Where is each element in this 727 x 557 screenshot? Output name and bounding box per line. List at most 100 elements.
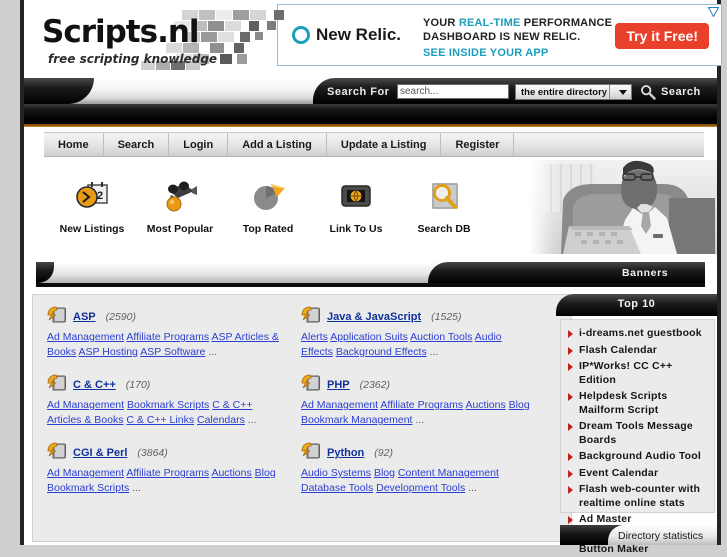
top10-item[interactable]: Helpdesk Scripts Mailform Script — [567, 390, 708, 417]
quicklinks-row: 12 New Listings Most Popular Top Rated L… — [48, 174, 488, 235]
category-title-link[interactable]: CGI & Perl — [73, 447, 127, 459]
subcategory-link[interactable]: Auctions — [211, 467, 251, 479]
category-title-link[interactable]: PHP — [327, 379, 350, 391]
quicklink-most-popular[interactable]: Most Popular — [136, 174, 224, 235]
category-header: PHP (2362) — [301, 373, 535, 397]
category-title-link[interactable]: Python — [327, 447, 364, 459]
nav-item-label: Home — [58, 138, 89, 151]
subcategory-link[interactable]: Blog — [509, 399, 530, 411]
search-for-label: Search For — [327, 86, 390, 98]
subcategory-link[interactable]: ASP Hosting — [79, 346, 138, 358]
nav-item-add-a-listing[interactable]: Add a Listing — [228, 133, 327, 156]
nav-item-home[interactable]: Home — [44, 133, 104, 156]
ad-copy: YOUR REAL-TIME PERFORMANCE DASHBOARD IS … — [423, 16, 612, 60]
subcategory-link[interactable]: Blog — [255, 467, 276, 479]
subcategory-link[interactable]: Content Management — [398, 467, 499, 479]
subcategory-link[interactable]: Application Suits — [330, 331, 408, 343]
quicklink-label: Most Popular — [146, 223, 214, 235]
ad-cta-button[interactable]: Try it Free! — [615, 23, 709, 49]
ad-choices-icon[interactable] — [708, 7, 719, 17]
folder-icon — [47, 374, 67, 391]
subcategory-list: Ad Management Affiliate Programs Auction… — [47, 466, 281, 496]
subcategory-link[interactable]: Blog — [374, 467, 395, 479]
ad-line-2: DASHBOARD IS NEW RELIC. — [423, 31, 581, 43]
subcategory-link[interactable]: Calendars — [197, 414, 245, 426]
subcategory-more: ... — [208, 346, 218, 358]
subcategory-list: Ad Management Affiliate Programs Auction… — [301, 398, 535, 428]
top10-item[interactable]: IP*Works! CC C++ Edition — [567, 360, 708, 387]
chevron-down-icon[interactable] — [609, 85, 631, 99]
category-header: Java & JavaScript (1525) — [301, 305, 535, 329]
category-title-link[interactable]: Java & JavaScript — [327, 311, 421, 323]
nav-item-search[interactable]: Search — [104, 133, 170, 156]
search-input[interactable] — [397, 84, 509, 99]
category-header: Python (92) — [301, 441, 535, 465]
subcategory-link[interactable]: Bookmark Management — [301, 414, 412, 426]
subcategory-link[interactable]: Development Tools — [376, 482, 465, 494]
subcategory-link[interactable]: Ad Management — [47, 331, 124, 343]
frame-rail-right — [717, 0, 721, 545]
nav-item-label: Login — [183, 138, 214, 151]
sidebar-title: Top 10 — [617, 298, 656, 310]
top10-item[interactable]: Flash web-counter with realtime online s… — [567, 483, 708, 510]
subcategory-link[interactable]: Ad Management — [301, 399, 378, 411]
nav-item-login[interactable]: Login — [169, 133, 229, 156]
top10-item[interactable]: Background Audio Tool — [567, 450, 708, 464]
logo-wordmark: Scripts.nl — [42, 14, 200, 50]
subcategory-link[interactable]: Affiliate Programs — [126, 467, 209, 479]
quicklink-label: New Listings — [59, 223, 125, 235]
nav-item-label: Register — [455, 138, 500, 151]
category-block: Python (92) Audio Systems Blog Content Man… — [301, 441, 535, 496]
quicklink-label: Top Rated — [242, 223, 294, 235]
quicklink-new-listings[interactable]: 12 New Listings — [48, 174, 136, 235]
nav-item-label: Add a Listing — [242, 138, 312, 151]
category-count: (170) — [125, 379, 151, 391]
category-title-link[interactable]: ASP — [73, 311, 96, 323]
category-header: C & C++ (170) — [47, 373, 281, 397]
top10-item[interactable]: i-dreams.net guestbook — [567, 327, 708, 341]
subcategory-link[interactable]: C & C++ Links — [126, 414, 194, 426]
subcategory-link[interactable]: Bookmark Scripts — [47, 482, 129, 494]
category-title-link[interactable]: C & C++ — [73, 379, 116, 391]
subcategory-link[interactable]: Database Tools — [301, 482, 373, 494]
subcategory-link[interactable]: Ad Management — [47, 399, 124, 411]
nav-item-register[interactable]: Register — [441, 133, 515, 156]
divider-black-strip — [36, 283, 705, 287]
ad-line-3: SEE INSIDE YOUR APP — [423, 47, 549, 59]
subcategory-link[interactable]: Audio Systems — [301, 467, 371, 479]
subcategory-link[interactable]: Bookmark Scripts — [127, 399, 209, 411]
site-logo[interactable]: Scripts.nl free scripting knowledge — [34, 6, 284, 72]
category-panel: ASP (2590) Ad Management Affiliate Program… — [32, 294, 572, 542]
search-scope-select[interactable]: the entire directory — [515, 84, 632, 100]
ad-line-1: YOUR REAL-TIME PERFORMANCE — [423, 17, 613, 29]
nav-item-update-a-listing[interactable]: Update a Listing — [327, 133, 442, 156]
subcategory-link[interactable]: ASP Software — [140, 346, 205, 358]
folder-icon — [301, 442, 321, 459]
subcategory-more: ... — [429, 346, 439, 358]
section-divider — [24, 254, 717, 290]
category-block: ASP (2590) Ad Management Affiliate Program… — [47, 305, 281, 360]
subcategory-link[interactable]: Affiliate Programs — [380, 399, 463, 411]
directory-statistics-label: Directory statistics — [618, 530, 704, 542]
search-submit[interactable]: Search — [640, 84, 701, 100]
quicklink-label: Search DB — [417, 223, 471, 235]
top10-item[interactable]: Event Calendar — [567, 467, 708, 481]
quicklink-link-to-us[interactable]: Link To Us — [312, 174, 400, 235]
subcategory-link[interactable]: Auctions — [465, 399, 505, 411]
top10-item[interactable]: Dream Tools Message Boards — [567, 420, 708, 447]
subcategory-link[interactable]: Background Effects — [336, 346, 427, 358]
globe-screen-icon — [312, 174, 400, 218]
quicklink-search-db[interactable]: Search DB — [400, 174, 488, 235]
subcategory-link[interactable]: Alerts — [301, 331, 328, 343]
search-bar-band — [24, 104, 717, 125]
subcategory-link[interactable]: Affiliate Programs — [126, 331, 209, 343]
subcategory-link[interactable]: Ad Management — [47, 467, 124, 479]
top10-item[interactable]: Flash Calendar — [567, 344, 708, 358]
subcategory-link[interactable]: Auction Tools — [410, 331, 472, 343]
folder-icon — [47, 306, 67, 323]
subcategory-more: ... — [247, 414, 257, 426]
category-header: ASP (2590) — [47, 305, 281, 329]
advertisement-banner[interactable]: New Relic. YOUR REAL-TIME PERFORMANCE DA… — [277, 4, 722, 66]
quicklink-top-rated[interactable]: Top Rated — [224, 174, 312, 235]
nav-item-label: Search — [117, 138, 155, 151]
